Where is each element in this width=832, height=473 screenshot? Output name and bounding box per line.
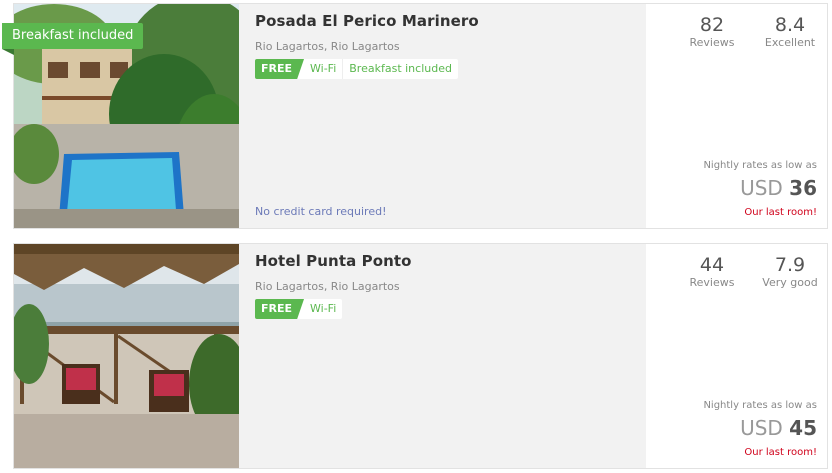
reviews-stat[interactable]: 44 Reviews: [686, 254, 738, 290]
reviews-label: Reviews: [689, 36, 735, 49]
hotel-name[interactable]: Hotel Punta Ponto: [255, 252, 631, 270]
ribbon-fold: [2, 49, 14, 55]
currency: USD: [740, 176, 783, 200]
reviews-count: 44: [699, 254, 725, 276]
amenity-wifi: Wi-Fi: [310, 302, 337, 315]
reviews-count: 82: [699, 14, 725, 36]
breakfast-ribbon: Breakfast included: [2, 23, 144, 49]
availability-note: Our last room!: [744, 447, 817, 458]
score-stat: 7.9 Very good: [758, 254, 822, 290]
hotel-location: Rio Lagartos, Rio Lagartos: [255, 280, 400, 293]
free-tag: FREE: [255, 59, 305, 79]
hotel-info: Hotel Punta Ponto Rio Lagartos, Rio Laga…: [239, 244, 647, 468]
reviews-label: Reviews: [689, 276, 735, 289]
amenities-bar: FREE Wi-Fi Breakfast included: [255, 59, 458, 79]
price: USD 45: [740, 416, 817, 440]
price-amount: 45: [789, 416, 817, 440]
rates-panel[interactable]: 82 Reviews 8.4 Excellent Nightly rates a…: [646, 4, 827, 228]
score-value: 8.4: [774, 14, 806, 36]
free-tag: FREE: [255, 299, 305, 319]
rates-panel[interactable]: 44 Reviews 7.9 Very good Nightly rates a…: [646, 244, 827, 468]
hotel-card[interactable]: Hotel Punta Ponto Rio Lagartos, Rio Laga…: [13, 243, 828, 469]
reviews-stat[interactable]: 82 Reviews: [686, 14, 738, 50]
score-value: 7.9: [774, 254, 806, 276]
amenity-breakfast: Breakfast included: [349, 62, 452, 75]
score-label: Very good: [762, 276, 818, 289]
hotel-card[interactable]: Breakfast included Posada El Perico Mari…: [2, 3, 828, 229]
nightly-label: Nightly rates as low as: [703, 160, 817, 171]
price: USD 36: [740, 176, 817, 200]
price-amount: 36: [789, 176, 817, 200]
amenity-wifi: Wi-Fi: [304, 59, 344, 79]
currency: USD: [740, 416, 783, 440]
score-label: Excellent: [764, 36, 816, 49]
availability-note: Our last room!: [744, 207, 817, 218]
hotel-info: Posada El Perico Marinero Rio Lagartos, …: [239, 4, 647, 228]
score-stat: 8.4 Excellent: [758, 14, 822, 50]
hotel-name[interactable]: Posada El Perico Marinero: [255, 12, 631, 30]
nightly-label: Nightly rates as low as: [703, 400, 817, 411]
balcony-view-image: [14, 244, 239, 468]
hotel-photo[interactable]: [14, 244, 239, 468]
hotel-location: Rio Lagartos, Rio Lagartos: [255, 40, 400, 53]
no-credit-card-note: No credit card required!: [255, 205, 387, 218]
amenities-bar: FREE Wi-Fi: [255, 299, 343, 319]
